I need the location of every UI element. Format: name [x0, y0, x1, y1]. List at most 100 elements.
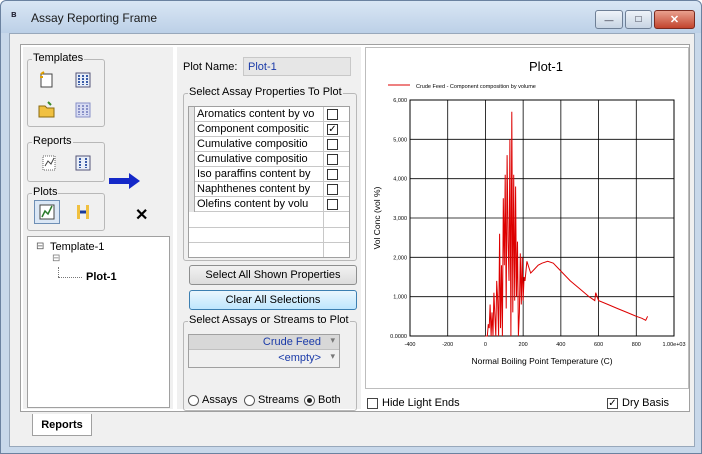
radio-icon[interactable]: [244, 394, 255, 406]
radio-streams[interactable]: Streams: [244, 394, 299, 406]
maximize-button[interactable]: □: [625, 10, 652, 29]
tree-collapse-icon[interactable]: ⊟: [36, 241, 44, 252]
x-tick-label: 0: [484, 342, 487, 348]
property-checkbox[interactable]: [327, 154, 338, 165]
templates-label: Templates: [32, 52, 85, 64]
edit-plot-icon[interactable]: [70, 200, 96, 224]
hide-light-ends-box[interactable]: [367, 397, 378, 409]
property-row[interactable]: Cumulative compositio: [189, 137, 349, 152]
open-folder-icon[interactable]: [34, 98, 60, 122]
x-tick-label: -200: [442, 342, 453, 348]
plot-settings-pane: Plot Name: Plot-1 Select Assay Propertie…: [177, 47, 361, 411]
close-button[interactable]: ✕: [654, 10, 695, 29]
radio-both-label: Both: [318, 394, 341, 406]
legend-label: Crude Feed - Component composition by vo…: [416, 84, 536, 90]
clear-all-button[interactable]: Clear All Selections: [189, 290, 357, 310]
dry-basis-checkbox[interactable]: ✓ Dry Basis: [607, 397, 669, 409]
property-row[interactable]: Naphthenes content by: [189, 182, 349, 197]
y-tick-label: 5,000: [393, 137, 407, 143]
radio-selected-icon[interactable]: [304, 394, 315, 406]
new-plot-icon[interactable]: [34, 200, 60, 224]
y-tick-label: 6,000: [393, 98, 407, 104]
maximize-icon: □: [635, 14, 642, 25]
property-checkbox[interactable]: [327, 109, 338, 120]
dropdown-arrow-icon[interactable]: ▾: [330, 335, 335, 346]
radio-streams-label: Streams: [258, 394, 299, 406]
property-label: Component compositic: [197, 123, 309, 135]
tree-node-plot[interactable]: Plot-1: [86, 271, 117, 283]
x-tick-label: 1.00e+03: [662, 342, 685, 348]
plot-name-field[interactable]: Plot-1: [243, 57, 351, 76]
stream-name: <empty>: [278, 352, 321, 364]
y-tick-label: 0.0000: [390, 334, 407, 340]
template-disabled-icon[interactable]: [70, 98, 96, 122]
property-row[interactable]: Aromatics content by vo: [189, 107, 349, 122]
new-template-icon[interactable]: [34, 68, 60, 92]
y-tick-label: 1,000: [393, 295, 407, 301]
grid-empty-row: [189, 227, 349, 228]
property-row[interactable]: Component compositic ✓: [189, 122, 349, 137]
properties-label: Select Assay Properties To Plot: [188, 86, 343, 98]
tree-connector: [58, 267, 59, 277]
x-axis-label: Normal Boiling Point Temperature (C): [471, 356, 612, 366]
new-report-icon[interactable]: [36, 151, 62, 175]
app-window: ʙ Assay Reporting Frame — □ ✕ Templates …: [0, 0, 702, 454]
plot-name-label: Plot Name:: [183, 61, 238, 73]
property-checkbox[interactable]: [327, 139, 338, 150]
edit-template-icon[interactable]: [70, 68, 96, 92]
close-icon: ✕: [669, 14, 680, 26]
property-checkbox[interactable]: [327, 199, 338, 210]
properties-group: Select Assay Properties To Plot Aromatic…: [183, 86, 357, 261]
add-arrow-icon[interactable]: [107, 171, 143, 191]
tab-strip: Reports: [10, 414, 694, 446]
title-bar[interactable]: ʙ Assay Reporting Frame — □ ✕: [1, 1, 701, 33]
report-frame: Templates Reports Plots ✕ ⊟ Template-1 ⊟…: [20, 44, 690, 412]
property-label: Naphthenes content by: [197, 183, 311, 195]
x-tick-label: 400: [556, 342, 565, 348]
hide-light-ends-checkbox[interactable]: Hide Light Ends: [367, 397, 460, 409]
minimize-button[interactable]: —: [595, 10, 623, 29]
property-checkbox[interactable]: [327, 169, 338, 180]
reports-group: Reports: [27, 135, 105, 182]
window-title: Assay Reporting Frame: [31, 11, 158, 25]
plot-pane: Plot-1 Crude Feed - Component composition…: [363, 47, 689, 409]
app-icon[interactable]: ʙ: [11, 9, 21, 21]
property-row[interactable]: Cumulative compositio: [189, 152, 349, 167]
radio-both[interactable]: Both: [304, 394, 341, 406]
stream-row[interactable]: <empty> ▾: [189, 351, 339, 366]
edit-report-icon[interactable]: [70, 151, 96, 175]
streams-label: Select Assays or Streams to Plot: [188, 314, 350, 326]
radio-assays[interactable]: Assays: [188, 394, 237, 406]
property-label: Iso paraffins content by: [197, 168, 311, 180]
plots-label: Plots: [32, 186, 59, 198]
dry-basis-box[interactable]: ✓: [607, 397, 618, 409]
property-checkbox[interactable]: [327, 184, 338, 195]
chart-title: Plot-1: [529, 59, 563, 74]
x-tick-label: 200: [519, 342, 528, 348]
x-tick-label: 600: [594, 342, 603, 348]
property-row[interactable]: Olefins content by volu: [189, 197, 349, 212]
tree-node-template[interactable]: Template-1: [50, 241, 104, 253]
streams-grid[interactable]: Crude Feed ▾ <empty> ▾: [188, 334, 340, 368]
plot-chart[interactable]: Plot-1 Crude Feed - Component composition…: [365, 47, 689, 389]
templates-group: Templates: [27, 52, 105, 127]
tab-reports[interactable]: Reports: [32, 414, 92, 436]
dropdown-arrow-icon[interactable]: ▾: [330, 351, 335, 362]
property-checkbox[interactable]: ✓: [327, 124, 338, 135]
tools-pane: Templates Reports Plots ✕ ⊟ Template-1 ⊟…: [23, 47, 173, 409]
select-all-button[interactable]: Select All Shown Properties: [189, 265, 357, 285]
tree-child-collapse-icon[interactable]: ⊟: [52, 253, 60, 264]
stream-row[interactable]: Crude Feed ▾: [189, 335, 339, 350]
property-label: Cumulative compositio: [197, 138, 308, 150]
properties-grid[interactable]: Aromatics content by vo Component compos…: [188, 106, 350, 258]
stream-name: Crude Feed: [262, 336, 321, 348]
y-axis-label: Vol Conc (vol %): [372, 186, 382, 249]
streams-group: Select Assays or Streams to Plot Crude F…: [183, 314, 357, 411]
radio-icon[interactable]: [188, 394, 199, 406]
y-tick-label: 4,000: [393, 177, 407, 183]
delete-icon[interactable]: ✕: [135, 205, 148, 225]
x-tick-label: 800: [632, 342, 641, 348]
tree-connector-h: [58, 277, 82, 278]
property-row[interactable]: Iso paraffins content by: [189, 167, 349, 182]
minimize-icon: —: [604, 14, 614, 25]
